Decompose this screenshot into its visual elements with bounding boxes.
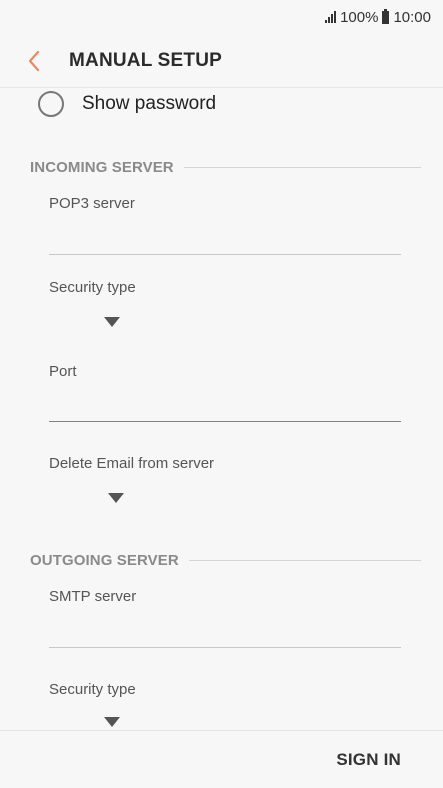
outgoing-security-type-dropdown[interactable] <box>96 712 128 732</box>
show-password-radio[interactable] <box>38 91 64 117</box>
outgoing-server-title: OUTGOING SERVER <box>30 551 179 569</box>
section-divider <box>188 559 421 561</box>
outgoing-security-type-label: Security type <box>49 681 136 698</box>
back-button[interactable] <box>4 36 64 86</box>
show-password-label: Show password <box>82 93 217 114</box>
app-bar: MANUAL SETUP <box>0 36 443 86</box>
status-bar: 100% 10:00 <box>0 0 443 34</box>
port-label: Port <box>49 363 77 380</box>
sign-in-button[interactable]: SIGN IN <box>316 740 443 780</box>
outgoing-server-header: OUTGOING SERVER <box>30 550 421 570</box>
dropdown-arrow-icon <box>104 317 120 327</box>
pop3-server-label: POP3 server <box>49 195 135 212</box>
smtp-server-input[interactable] <box>49 620 401 648</box>
smtp-server-label: SMTP server <box>49 588 137 605</box>
incoming-server-header: INCOMING SERVER <box>30 157 421 177</box>
incoming-server-title: INCOMING SERVER <box>30 158 174 176</box>
signal-icon <box>325 11 337 23</box>
manual-setup-screen: 100% 10:00 MANUAL SETUP Show password IN… <box>0 0 443 788</box>
battery-icon <box>382 8 390 24</box>
battery-percent: 100% <box>340 8 379 26</box>
dropdown-arrow-icon <box>108 493 124 503</box>
dropdown-arrow-icon <box>104 717 120 727</box>
delete-email-dropdown[interactable] <box>100 488 132 508</box>
incoming-security-type-dropdown[interactable] <box>96 312 128 332</box>
delete-email-label: Delete Email from server <box>49 455 215 472</box>
pop3-server-input[interactable] <box>49 227 401 255</box>
clock: 10:00 <box>393 8 431 26</box>
port-input[interactable] <box>49 394 401 422</box>
show-password-option[interactable]: Show password <box>38 88 216 120</box>
page-title: MANUAL SETUP <box>69 50 222 71</box>
incoming-security-type-label: Security type <box>49 279 136 296</box>
section-divider <box>183 166 421 168</box>
bottom-action-bar: SIGN IN <box>0 730 443 788</box>
chevron-left-icon <box>28 50 40 72</box>
